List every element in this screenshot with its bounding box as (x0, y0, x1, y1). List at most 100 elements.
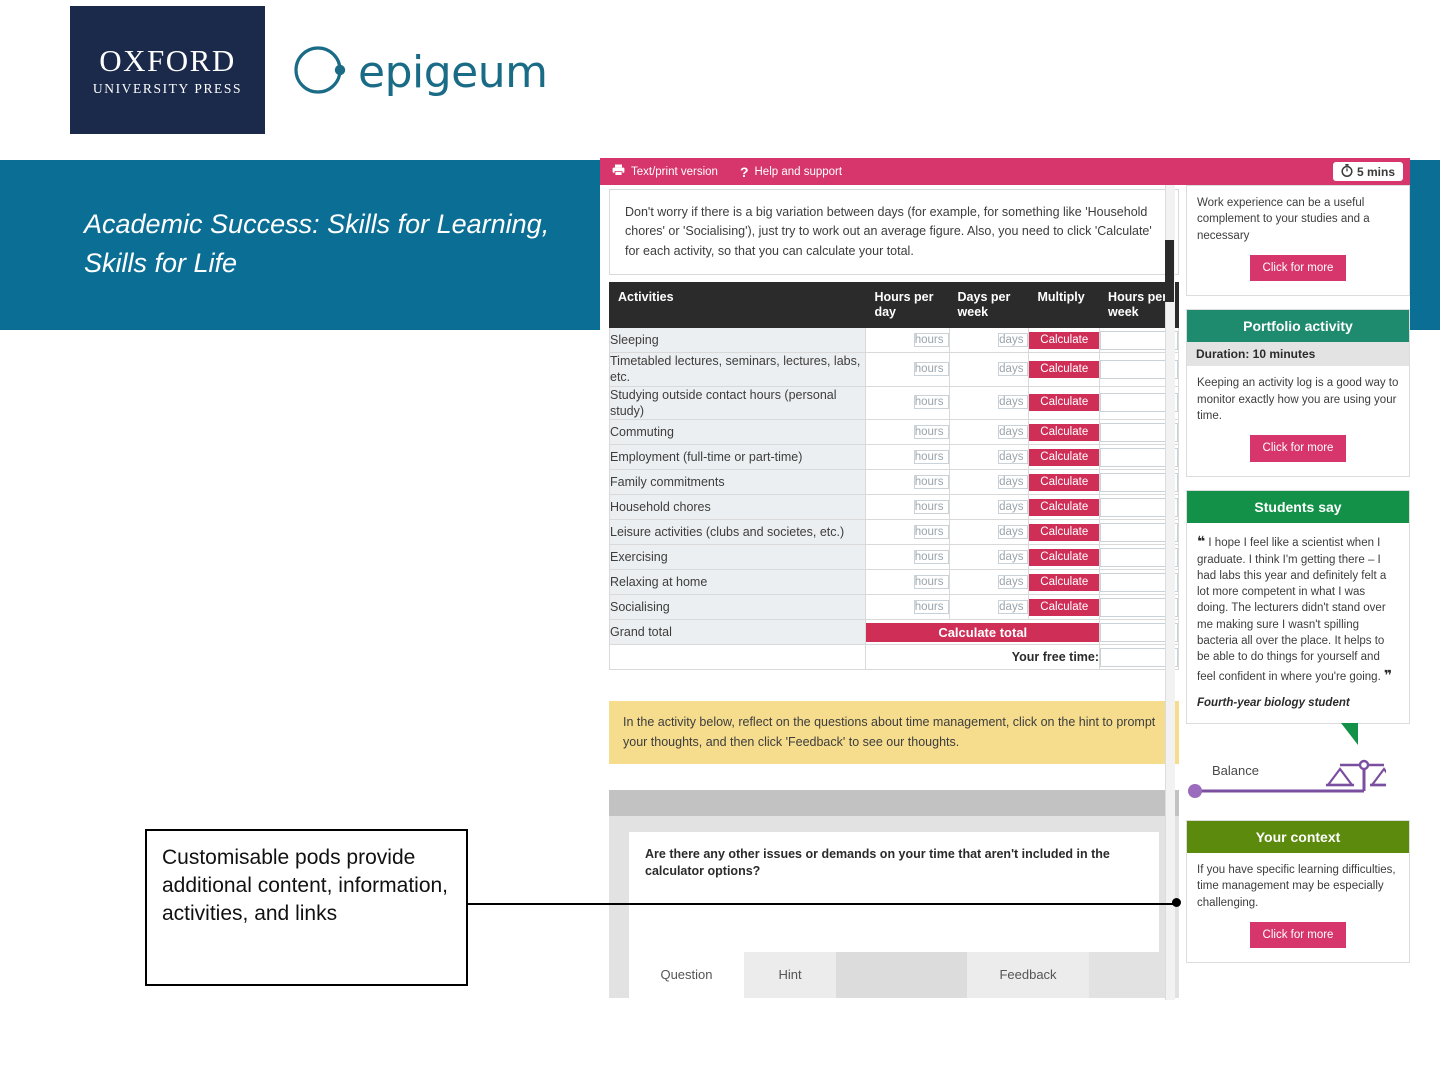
pod-body: ❝ I hope I feel like a scientist when I … (1187, 523, 1409, 723)
pod-sidebar: Work experience can be a useful compleme… (1186, 185, 1410, 1000)
pod-header: Students say (1187, 490, 1409, 523)
speech-bubble-tail (1341, 723, 1358, 745)
days-input[interactable]: days (998, 361, 1029, 376)
brand-header: OXFORD UNIVERSITY PRESS epigeum (0, 0, 1440, 140)
activity-label: Socialising (608, 594, 867, 621)
click-for-more-button[interactable]: Click for more (1249, 254, 1347, 282)
tab-feedback[interactable]: Feedback (967, 951, 1089, 998)
hours-input[interactable]: hours (913, 499, 949, 514)
hours-input[interactable]: hours (913, 424, 949, 439)
pod-body: Work experience can be a useful compleme… (1187, 186, 1409, 295)
days-input[interactable]: days (998, 499, 1029, 514)
hours-per-day-cell: hours (865, 594, 950, 621)
hours-input[interactable]: hours (913, 449, 949, 464)
hours-input[interactable]: hours (913, 395, 949, 410)
activity-tabs: Question Hint Feedback (629, 951, 1159, 998)
hours-per-day-cell: hours (865, 444, 950, 471)
days-input[interactable]: days (998, 549, 1029, 564)
table-totals: Grand total Calculate total Your free ti… (608, 619, 1179, 671)
table-row: Timetabled lectures, seminars, lectures,… (608, 352, 1179, 387)
multiply-cell: Calculate (1028, 594, 1101, 621)
help-and-support-button[interactable]: ? Help and support (740, 164, 842, 180)
days-input[interactable]: days (998, 449, 1029, 464)
activity-widget-topbar (609, 789, 1179, 816)
annotation-text: Customisable pods provide additional con… (162, 846, 449, 926)
hours-input[interactable]: hours (913, 332, 949, 347)
days-per-week-cell: days (948, 519, 1030, 546)
pod-body: Keeping an activity log is a good way to… (1187, 366, 1409, 475)
col-activities: Activities (608, 282, 867, 329)
calculate-button[interactable]: Calculate (1029, 548, 1100, 566)
calculate-button[interactable]: Calculate (1029, 423, 1100, 441)
activity-label: Relaxing at home (608, 569, 867, 596)
days-input[interactable]: days (998, 395, 1029, 410)
hours-input[interactable]: hours (913, 361, 949, 376)
hours-per-day-cell: hours (865, 494, 950, 521)
days-input[interactable]: days (998, 424, 1029, 439)
table-row: Exercising hours days Calculate (608, 544, 1179, 571)
table-row: Sleeping hours days Calculate (608, 327, 1179, 354)
days-per-week-cell: days (948, 569, 1030, 596)
pod-header: Your context (1187, 821, 1409, 853)
table-header-row: Activities Hours per day Days per week M… (608, 282, 1179, 329)
days-input[interactable]: days (998, 474, 1029, 489)
pod-quote-text: I hope I feel like a scientist when I gr… (1197, 536, 1387, 683)
calculate-button[interactable]: Calculate (1029, 360, 1100, 378)
app-toolbar: Text/print version ? Help and support 5 … (600, 158, 1410, 185)
main-scrollbar-track[interactable] (1165, 185, 1175, 1000)
days-per-week-cell: days (948, 469, 1030, 496)
oxford-university-press-logo: OXFORD UNIVERSITY PRESS (70, 6, 265, 134)
tab-spacer (836, 951, 967, 998)
tab-question[interactable]: Question (629, 951, 744, 998)
col-days-per-week: Days per week (948, 282, 1030, 329)
activity-widget-inner: Are there any other issues or demands on… (609, 816, 1179, 998)
balance-label: Balance (1212, 763, 1259, 778)
tab-hint[interactable]: Hint (744, 951, 836, 998)
multiply-cell: Calculate (1028, 569, 1101, 596)
multiply-cell: Calculate (1028, 519, 1101, 546)
activity-label: Family commitments (608, 469, 867, 496)
activity-label: Sleeping (608, 327, 867, 354)
calculate-button[interactable]: Calculate (1029, 523, 1100, 541)
hours-input[interactable]: hours (913, 474, 949, 489)
calculate-button[interactable]: Calculate (1029, 448, 1100, 466)
main-scrollbar-thumb[interactable] (1165, 240, 1174, 302)
hours-input[interactable]: hours (913, 599, 949, 614)
calculate-total-button[interactable]: Calculate total (866, 622, 1100, 642)
course-app-screenshot: Text/print version ? Help and support 5 … (600, 158, 1410, 1000)
hours-input[interactable]: hours (913, 549, 949, 564)
calculate-button[interactable]: Calculate (1029, 498, 1100, 516)
pod-body-text: Work experience can be a useful compleme… (1197, 197, 1370, 242)
calculate-button[interactable]: Calculate (1029, 473, 1100, 491)
days-input[interactable]: days (998, 574, 1029, 589)
days-input[interactable]: days (998, 332, 1029, 347)
activity-label: Studying outside contact hours (personal… (608, 385, 867, 421)
calculate-button[interactable]: Calculate (1029, 598, 1100, 616)
activity-answer-area[interactable] (629, 911, 1159, 952)
hours-input[interactable]: hours (913, 574, 949, 589)
pod-header: Portfolio activity (1187, 310, 1409, 343)
click-for-more-button[interactable]: Click for more (1249, 921, 1347, 949)
click-for-more-button[interactable]: Click for more (1249, 435, 1347, 462)
calculate-button[interactable]: Calculate (1029, 331, 1100, 349)
hours-input[interactable]: hours (913, 524, 949, 539)
table-row: Studying outside contact hours (personal… (608, 385, 1179, 421)
activity-question-card: Are there any other issues or demands on… (629, 831, 1159, 912)
hours-per-day-cell: hours (865, 519, 950, 546)
hours-per-day-cell: hours (865, 469, 950, 496)
balance-widget[interactable]: Balance (1186, 758, 1410, 806)
calculate-button[interactable]: Calculate (1029, 394, 1100, 412)
calculate-button[interactable]: Calculate (1029, 573, 1100, 591)
pod-portfolio-activity: Portfolio activity Duration: 10 minutes … (1186, 309, 1410, 477)
pod-students-say-wrapper: Students say ❝ I hope I feel like a scie… (1186, 489, 1410, 745)
activity-label: Commuting (608, 419, 867, 446)
text-print-version-button[interactable]: Text/print version (612, 164, 718, 179)
hours-per-day-cell: hours (865, 352, 950, 387)
days-input[interactable]: days (998, 599, 1029, 614)
open-quote-icon: ❝ (1197, 532, 1206, 549)
pod-body: If you have specific learning difficulti… (1187, 853, 1409, 962)
hours-per-day-cell: hours (865, 569, 950, 596)
days-per-week-cell: days (948, 385, 1030, 421)
printer-icon (612, 164, 625, 179)
days-input[interactable]: days (998, 524, 1029, 539)
